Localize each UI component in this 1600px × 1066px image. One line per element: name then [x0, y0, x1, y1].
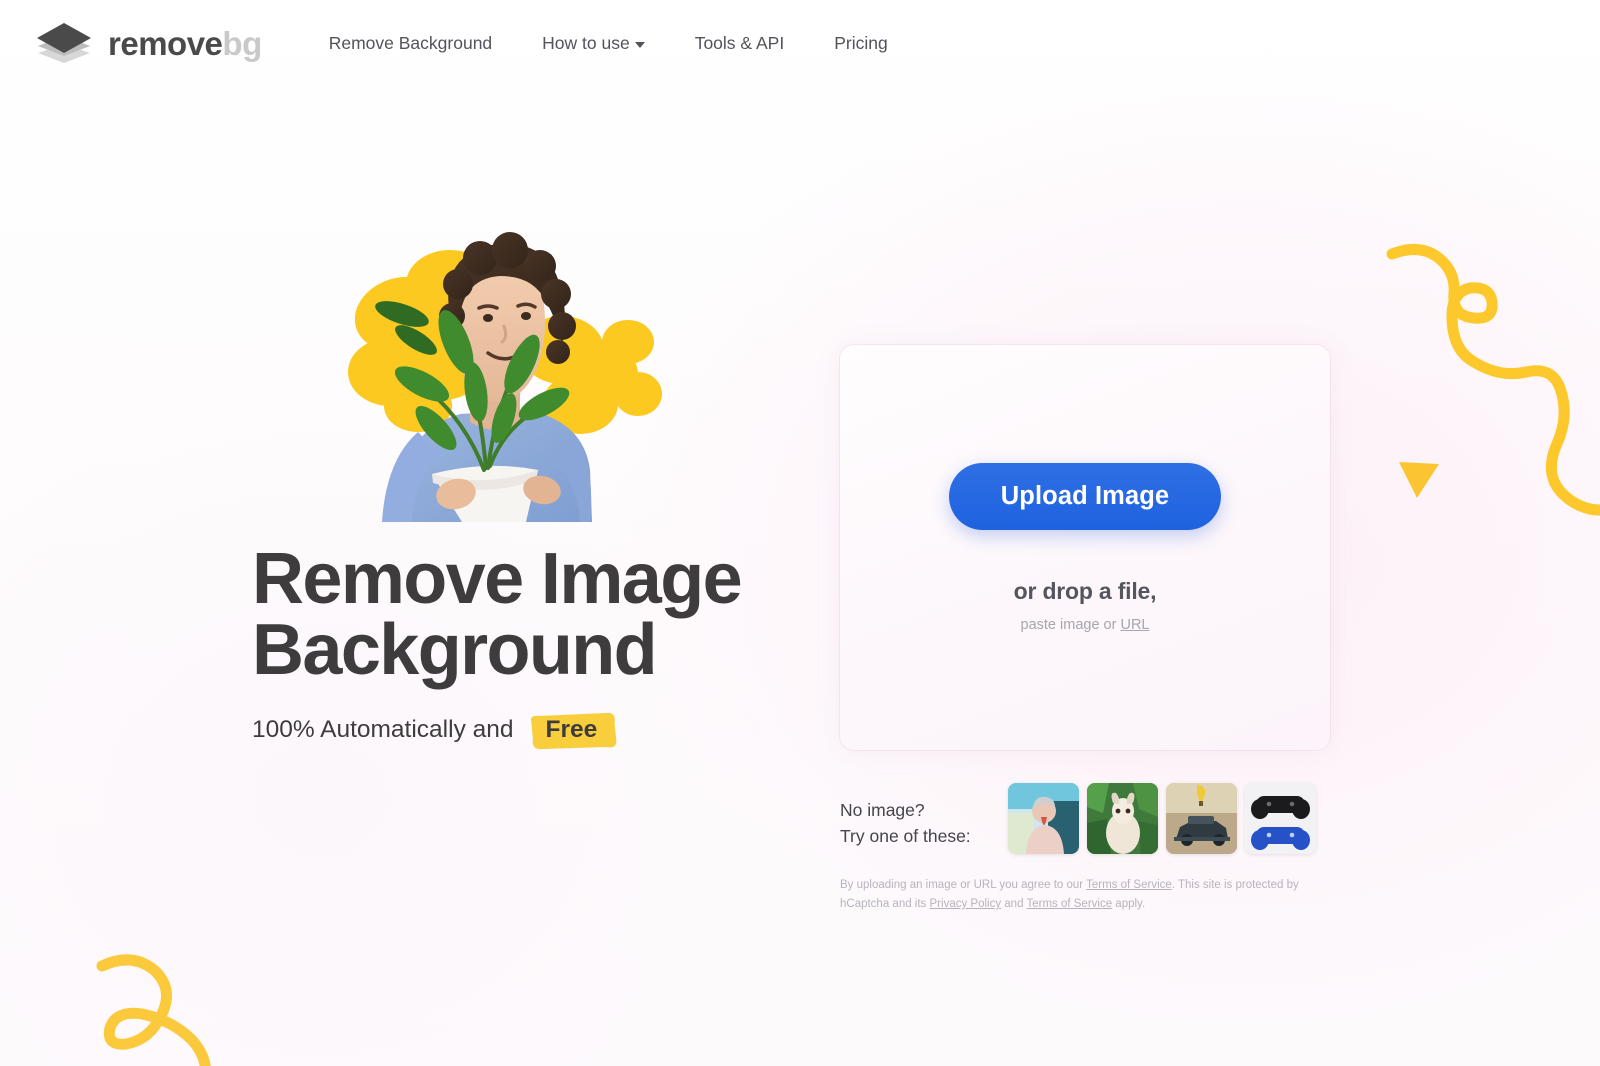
paste-hint: paste image or URL	[1021, 617, 1150, 633]
terms-of-service-link-1[interactable]: Terms of Service	[1086, 879, 1172, 891]
legal-disclaimer: By uploading an image or URL you agree t…	[840, 876, 1335, 914]
nav-label: Pricing	[834, 32, 888, 53]
nav-item-how-to-use[interactable]: How to use	[517, 23, 670, 64]
headline-line-1: Remove Image	[252, 539, 743, 619]
brand-logo[interactable]: removebg	[34, 20, 262, 66]
yellow-squiggle-left-decoration	[96, 954, 211, 1066]
sample-thumb-car[interactable]	[1166, 783, 1237, 854]
yellow-squiggle-right-decoration	[1386, 244, 1600, 516]
paste-hint-prefix: paste image or	[1020, 616, 1121, 633]
nav-label: Remove Background	[328, 32, 493, 53]
nav-label: How to use	[542, 32, 630, 53]
sample-thumb-animal[interactable]	[1087, 783, 1158, 854]
person-thumbnail-icon	[1008, 783, 1079, 854]
man-holding-plant-illustration	[348, 232, 662, 522]
headline-line-2: Background	[252, 610, 658, 691]
sample-thumbnails	[1008, 783, 1316, 854]
free-badge: Free	[528, 712, 618, 749]
brand-word-remove: remove	[108, 24, 223, 62]
nav-item-pricing[interactable]: Pricing	[809, 23, 913, 64]
sample-thumb-person[interactable]	[1008, 783, 1079, 854]
subtitle-prefix: 100% Automatically and	[252, 716, 514, 744]
sample-images-section: No image? Try one of these:	[840, 783, 1340, 854]
free-label: Free	[545, 715, 598, 743]
sample-thumb-controllers[interactable]	[1245, 783, 1316, 854]
hero-subtitle: 100% Automatically and Free	[252, 712, 812, 749]
game-controllers-thumbnail-icon	[1245, 783, 1316, 854]
samples-label-line-1: No image?	[840, 800, 925, 820]
hero-left-column: Remove Image Background 100% Automatical…	[252, 222, 812, 749]
layers-diamond-icon	[37, 23, 91, 63]
car-thumbnail-icon	[1166, 783, 1237, 854]
page-title: Remove Image Background	[252, 543, 812, 691]
yellow-triangle-decoration	[1399, 462, 1439, 498]
legal-part-1: By uploading an image or URL you agree t…	[840, 879, 1087, 891]
privacy-policy-link[interactable]: Privacy Policy	[930, 898, 1002, 910]
animal-thumbnail-icon	[1087, 783, 1158, 854]
chevron-down-icon	[634, 41, 645, 48]
legal-part-4: apply.	[1112, 897, 1146, 910]
samples-label: No image? Try one of these:	[840, 783, 1008, 850]
upload-dropzone[interactable]: Upload Image or drop a file, paste image…	[840, 345, 1330, 750]
nav-item-tools-api[interactable]: Tools & API	[670, 23, 810, 64]
site-header: removebg Remove Background How to use To…	[0, 0, 1600, 86]
hero-photo	[290, 222, 670, 522]
brand-wordmark: removebg	[108, 27, 262, 60]
terms-of-service-link-2[interactable]: Terms of Service	[1026, 898, 1112, 910]
upload-image-button[interactable]: Upload Image	[948, 462, 1222, 530]
main-navigation: Remove Background How to use Tools & API…	[304, 23, 913, 64]
brand-word-bg: bg	[222, 24, 262, 62]
nav-item-remove-background[interactable]: Remove Background	[304, 23, 517, 64]
drop-file-text: or drop a file,	[1013, 577, 1157, 604]
samples-label-line-2: Try one of these:	[840, 826, 971, 847]
paste-url-link[interactable]: URL	[1120, 617, 1149, 633]
legal-part-3: and	[1001, 897, 1027, 910]
nav-label: Tools & API	[694, 32, 785, 53]
